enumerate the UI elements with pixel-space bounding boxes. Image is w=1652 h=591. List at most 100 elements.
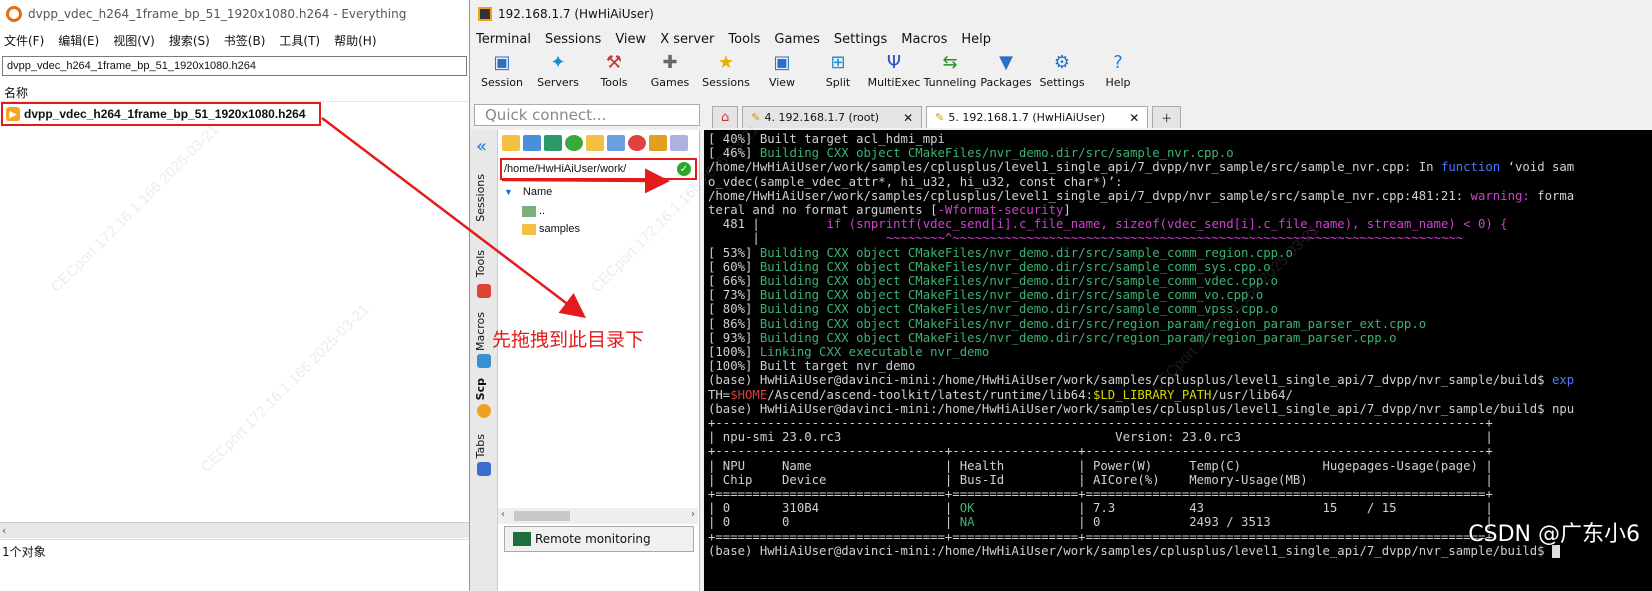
scroll-left-icon[interactable]: ‹ bbox=[501, 509, 505, 520]
new-file-icon[interactable] bbox=[607, 135, 625, 151]
vtab-scp[interactable]: Scp bbox=[474, 378, 487, 400]
upload-icon[interactable] bbox=[544, 135, 562, 151]
folder-icon bbox=[522, 223, 536, 235]
terminal-line: [ 73%] Building CXX object CMakeFiles/nv… bbox=[708, 288, 1264, 303]
confirm-path-icon[interactable]: ✓ bbox=[677, 162, 691, 176]
menu-item-view[interactable]: View bbox=[615, 32, 646, 47]
new-folder-icon[interactable] bbox=[586, 135, 604, 151]
toolbar-settings-button[interactable]: ⚙ Settings bbox=[1034, 50, 1090, 90]
toolbar-help-button[interactable]: ? Help bbox=[1090, 50, 1146, 90]
terminal-tab-icon: ✎ bbox=[935, 111, 945, 124]
toolbar-label: Servers bbox=[537, 76, 579, 89]
close-tab-icon[interactable]: ✕ bbox=[1129, 111, 1139, 125]
toolbar-session-button[interactable]: ▣ Session bbox=[474, 50, 530, 90]
everything-menu-item[interactable]: 搜索(S) bbox=[169, 32, 210, 49]
vtab-tabs[interactable]: Tabs bbox=[474, 434, 487, 458]
download-icon[interactable] bbox=[523, 135, 541, 151]
parent-folder-icon[interactable] bbox=[502, 135, 520, 151]
scroll-left-icon[interactable]: ‹ bbox=[2, 524, 6, 537]
permissions-icon[interactable] bbox=[649, 135, 667, 151]
new-tab-button[interactable]: ＋ bbox=[1152, 106, 1182, 128]
sftp-path-input[interactable]: /home/HwHiAiUser/work/ ✓ bbox=[500, 158, 697, 180]
terminal-line: +===============================+=======… bbox=[708, 487, 1493, 502]
everything-menu-item[interactable]: 工具(T) bbox=[279, 32, 320, 49]
result-file-row[interactable]: ▶ dvpp_vdec_h264_1frame_bp_51_1920x1080.… bbox=[1, 102, 321, 126]
quick-connect-input[interactable]: Quick connect... bbox=[474, 104, 700, 126]
everything-menu-item[interactable]: 文件(F) bbox=[4, 32, 44, 49]
help-icon: ? bbox=[1113, 51, 1123, 73]
everything-menu-item[interactable]: 视图(V) bbox=[113, 32, 155, 49]
toolbar-label: Session bbox=[481, 76, 523, 89]
mobaxterm-toolbar: ▣ Session ✦ Servers ⚒ Tools ✚ Games ★ Sessions ▣ Vi… bbox=[470, 50, 1652, 100]
delete-icon[interactable] bbox=[628, 135, 646, 151]
everything-menu-item[interactable]: 帮助(H) bbox=[334, 32, 376, 49]
terminal-line: [ 46%] Building CXX object CMakeFiles/nv… bbox=[708, 146, 1234, 161]
toolbar-multiexec-button[interactable]: Ψ MultiExec bbox=[866, 50, 922, 90]
scroll-thumb[interactable] bbox=[514, 511, 570, 521]
column-header-name[interactable]: 名称 bbox=[0, 80, 469, 102]
toolbar-sessions-button[interactable]: ★ Sessions bbox=[698, 50, 754, 90]
menu-item-sessions[interactable]: Sessions bbox=[545, 32, 601, 47]
terminal-line: /home/HwHiAiUser/work/samples/cplusplus/… bbox=[708, 188, 1575, 203]
terminal-line: [ 93%] Building CXX object CMakeFiles/nv… bbox=[708, 330, 1397, 345]
menu-item-settings[interactable]: Settings bbox=[834, 32, 887, 47]
terminal-line: | npu-smi 23.0.rc3 Version: 23.0.rc3 | bbox=[708, 430, 1493, 445]
toolbar-view-button[interactable]: ▣ View bbox=[754, 50, 810, 90]
column-header-label: 名称 bbox=[4, 86, 29, 100]
gamepad-icon: ✚ bbox=[662, 51, 678, 73]
remote-monitoring-label: Remote monitoring bbox=[535, 532, 651, 546]
menu-item-macros[interactable]: Macros bbox=[901, 32, 947, 47]
everything-menu-item[interactable]: 编辑(E) bbox=[58, 32, 99, 49]
toolbar-label: Help bbox=[1105, 76, 1131, 89]
everything-horizontal-scrollbar[interactable]: ‹ bbox=[0, 522, 469, 538]
close-tab-icon[interactable]: ✕ bbox=[903, 111, 913, 125]
toolbar-label: Packages bbox=[980, 76, 1032, 89]
sftp-name-header[interactable]: ▼ Name bbox=[504, 182, 699, 202]
sftp-item-parent[interactable]: .. bbox=[504, 202, 699, 220]
toolbar-tools-button[interactable]: ⚒ Tools bbox=[586, 50, 642, 90]
terminal-line: (base) HwHiAiUser@davinci-mini:/home/HwH… bbox=[708, 373, 1575, 388]
remote-monitoring-button[interactable]: Remote monitoring bbox=[504, 526, 694, 552]
everything-search-input[interactable]: dvpp_vdec_h264_1frame_bp_51_1920x1080.h2… bbox=[2, 56, 467, 76]
terminal-line: TH=$HOME/Ascend/ascend-toolkit/latest/ru… bbox=[708, 387, 1293, 402]
toolbar-label: Sessions bbox=[702, 76, 750, 89]
menu-item-tools[interactable]: Tools bbox=[728, 32, 760, 47]
terminal-line: +-------------------------------+-------… bbox=[708, 444, 1493, 459]
monitor-icon: ▣ bbox=[493, 51, 511, 73]
terminal-line: [ 40%] Built target acl_hdmi_mpi bbox=[708, 132, 945, 146]
menu-item-games[interactable]: Games bbox=[774, 32, 819, 47]
collapse-sidebar-icon[interactable]: « bbox=[476, 136, 487, 157]
menu-item-terminal[interactable]: Terminal bbox=[476, 32, 531, 47]
tunneling-icon: ⇆ bbox=[942, 51, 958, 73]
text-icon[interactable] bbox=[670, 135, 688, 151]
tab-session-root[interactable]: ✎ 4. 192.168.1.7 (root) ✕ bbox=[742, 106, 923, 128]
everything-menu-item[interactable]: 书签(B) bbox=[224, 32, 266, 49]
sftp-horizontal-scrollbar[interactable]: ‹ › bbox=[498, 508, 698, 524]
refresh-icon[interactable] bbox=[565, 135, 583, 151]
menu-item-x-server[interactable]: X server bbox=[660, 32, 714, 47]
tab-home[interactable]: ⌂ bbox=[712, 106, 739, 128]
vtab-tools[interactable]: Tools bbox=[474, 250, 487, 277]
everything-logo-icon bbox=[6, 6, 22, 22]
status-count: 1个对象 bbox=[2, 545, 46, 559]
toolbar-packages-button[interactable]: ▼ Packages bbox=[978, 50, 1034, 90]
terminal-line: [ 86%] Building CXX object CMakeFiles/nv… bbox=[708, 316, 1427, 331]
vtab-macros[interactable]: Macros bbox=[474, 312, 487, 351]
star-icon: ★ bbox=[717, 51, 735, 73]
toolbar-tunneling-button[interactable]: ⇆ Tunneling bbox=[922, 50, 978, 90]
toolbar-label: View bbox=[768, 76, 796, 89]
tab-session-hwhiaiuser[interactable]: ✎ 5. 192.168.1.7 (HwHiAiUser) ✕ bbox=[926, 106, 1149, 128]
toolbar-servers-button[interactable]: ✦ Servers bbox=[530, 50, 586, 90]
terminal-line: [ 60%] Building CXX object CMakeFiles/nv… bbox=[708, 259, 1271, 274]
terminal-line: [ 53%] Building CXX object CMakeFiles/nv… bbox=[708, 245, 1293, 260]
sftp-item-samples[interactable]: samples bbox=[504, 220, 699, 238]
everything-titlebar: dvpp_vdec_h264_1frame_bp_51_1920x1080.h2… bbox=[0, 0, 469, 28]
packages-icon: ▼ bbox=[999, 51, 1013, 73]
vtab-sessions[interactable]: Sessions bbox=[474, 174, 487, 222]
scroll-right-icon[interactable]: › bbox=[691, 509, 695, 520]
toolbar-split-button[interactable]: ⊞ Split bbox=[810, 50, 866, 90]
toolbar-label: Settings bbox=[1039, 76, 1085, 89]
toolbar-games-button[interactable]: ✚ Games bbox=[642, 50, 698, 90]
menu-item-help[interactable]: Help bbox=[961, 32, 991, 47]
sftp-item-label: samples bbox=[539, 223, 580, 235]
